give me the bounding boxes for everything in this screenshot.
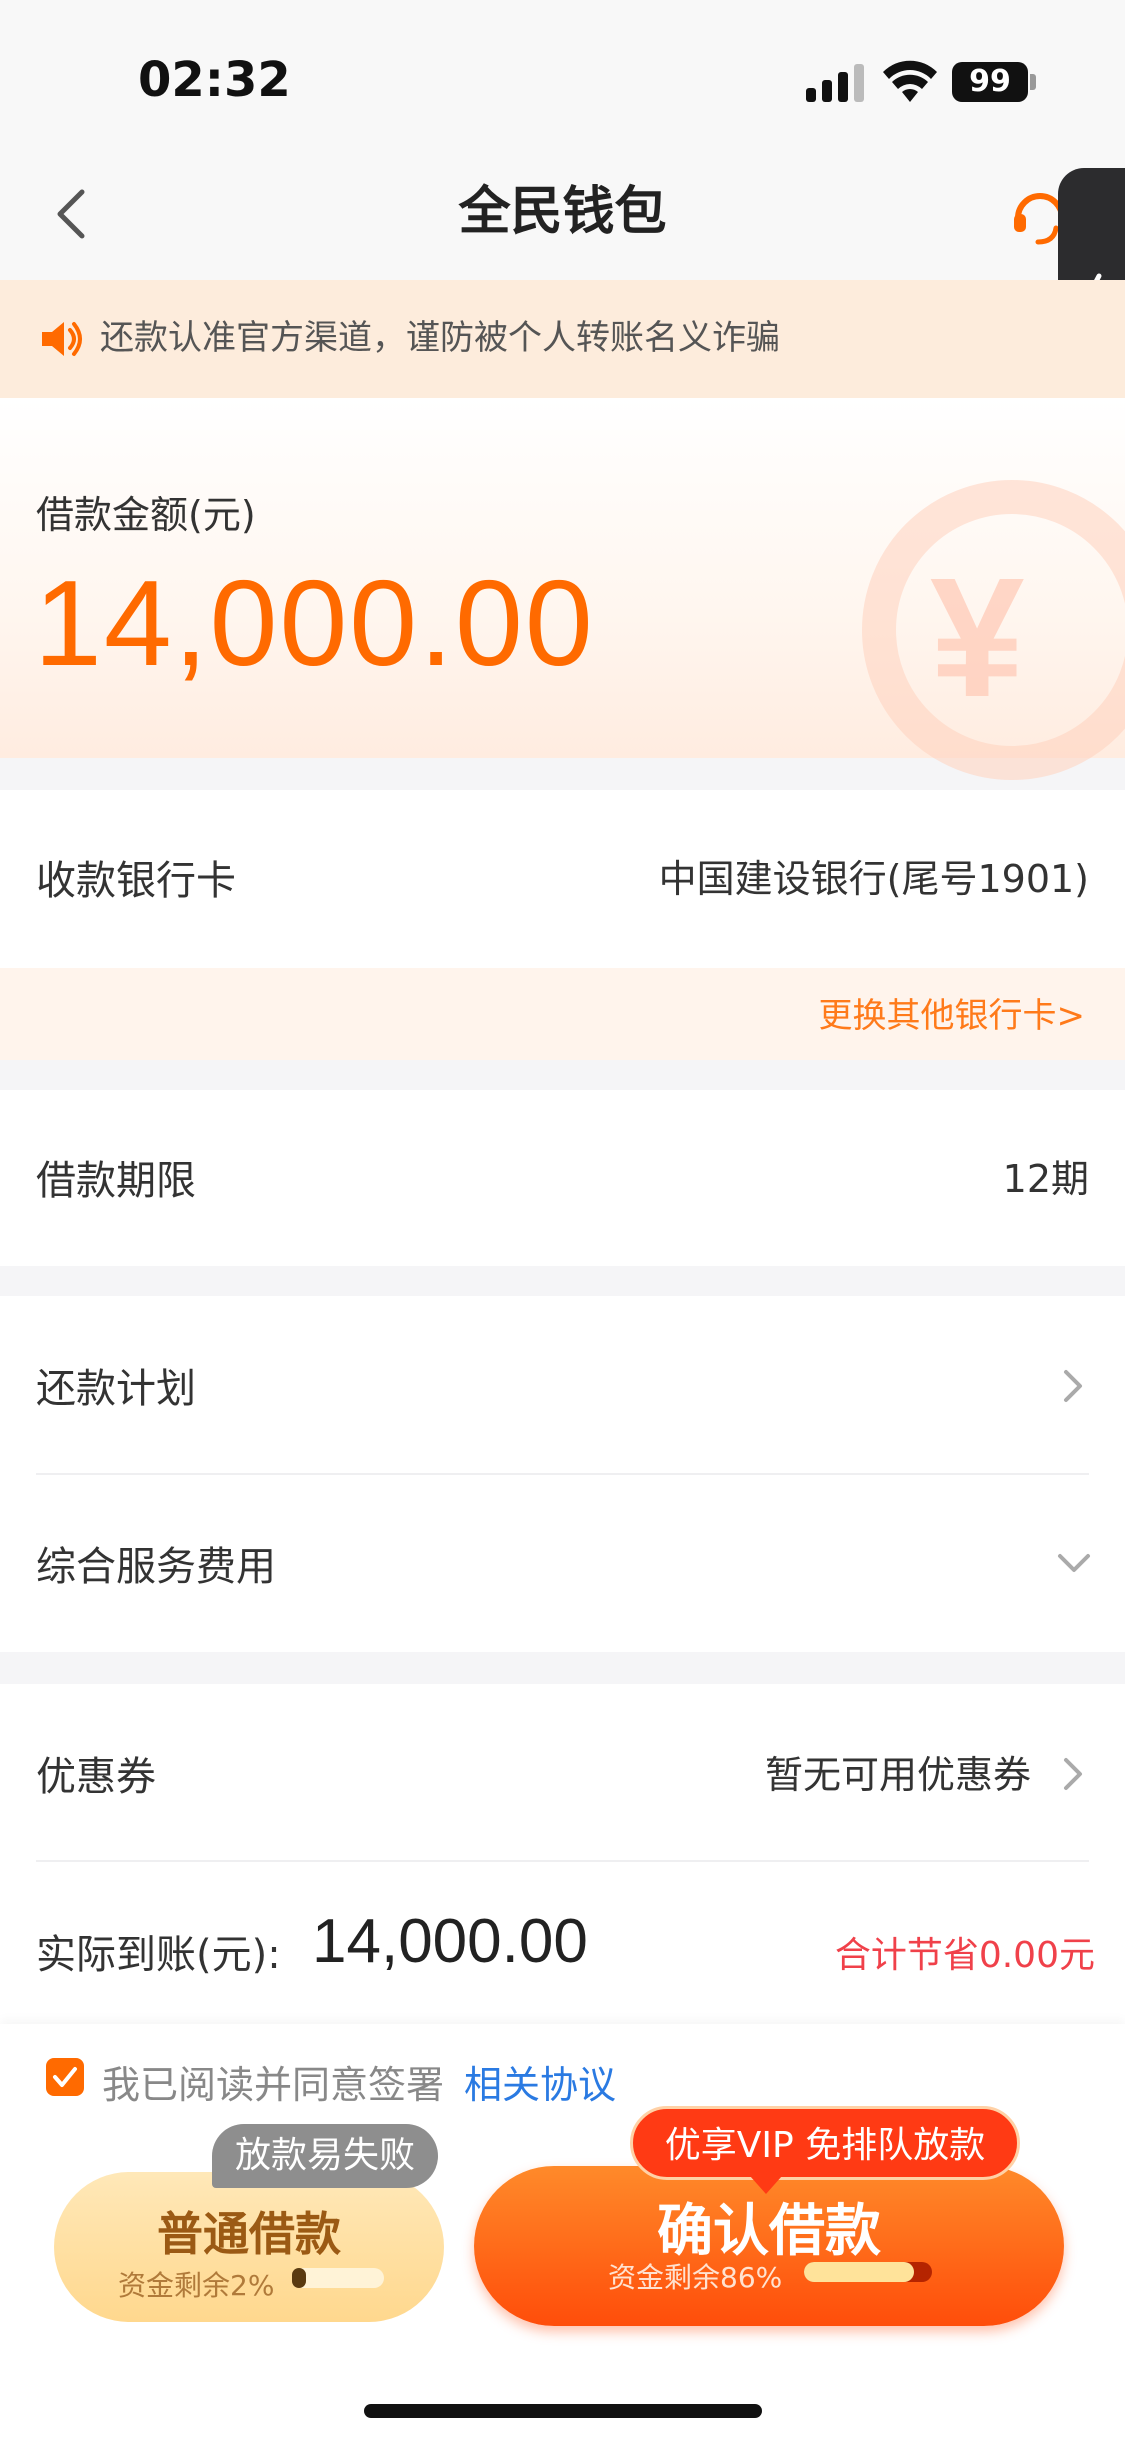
actual-received-label: 实际到账(元): [36, 1932, 281, 1978]
loan-amount-label: 借款金额(元) [36, 493, 256, 537]
confirm-loan-remaining-text: 资金剩余86% [608, 2261, 783, 2294]
page-title: 全民钱包 [458, 182, 667, 242]
bank-card-value: 中国建设银行(尾号1901) [658, 857, 1089, 901]
agreement-link[interactable]: 相关协议 [464, 2054, 616, 2109]
actual-received-value: 14,000.00 [312, 1907, 588, 1976]
normal-loan-progress-fill [292, 2268, 306, 2288]
bank-card-label: 收款银行卡 [36, 858, 236, 904]
agreement-checkbox[interactable] [46, 2058, 84, 2096]
change-bank-link[interactable]: 更换其他银行卡> [819, 988, 1086, 1037]
normal-loan-title[interactable]: 普通借款 [54, 2198, 444, 2264]
divider [36, 1860, 1089, 1862]
speaker-icon [42, 322, 82, 356]
divider [36, 1473, 1089, 1475]
loan-term-label: 借款期限 [36, 1158, 196, 1204]
wifi-icon [883, 60, 937, 102]
loan-amount-value: 14,000.00 [34, 555, 595, 691]
coupon-label[interactable]: 优惠券 [36, 1744, 156, 1802]
notice-text: 还款认准官方渠道，谨防被个人转账名义诈骗 [100, 318, 780, 358]
normal-loan-warning-tag: 放款易失败 [212, 2124, 438, 2188]
chevron-right-icon[interactable] [1060, 1754, 1086, 1794]
confirm-loan-title[interactable]: 确认借款 [474, 2186, 1064, 2267]
chevron-down-icon[interactable] [1056, 1552, 1092, 1576]
loan-term-value[interactable]: 12期 [1003, 1148, 1089, 1203]
normal-loan-remaining-text: 资金剩余2% [118, 2269, 275, 2302]
repayment-plan-label[interactable]: 还款计划 [36, 1356, 196, 1414]
chevron-right-icon[interactable] [1060, 1366, 1086, 1406]
cellular-signal-icon [806, 64, 864, 102]
vip-promo-tag: 优享VIP 免排队放款 [630, 2106, 1020, 2180]
total-saved-text: 合计节省0.00元 [834, 1935, 1095, 1976]
coupon-value[interactable]: 暂无可用优惠券 [765, 1744, 1031, 1799]
status-time: 02:32 [138, 52, 291, 108]
battery-tip [1030, 74, 1036, 90]
yen-watermark-icon: ¥ [930, 543, 1025, 733]
battery-icon: 99 [952, 62, 1028, 102]
home-indicator[interactable] [364, 2404, 762, 2418]
vip-tag-pointer [750, 2176, 782, 2194]
agreement-text: 我已阅读并同意签署 [102, 2063, 445, 2107]
service-fee-label[interactable]: 综合服务费用 [36, 1534, 276, 1592]
confirm-loan-progress-fill [804, 2262, 915, 2282]
